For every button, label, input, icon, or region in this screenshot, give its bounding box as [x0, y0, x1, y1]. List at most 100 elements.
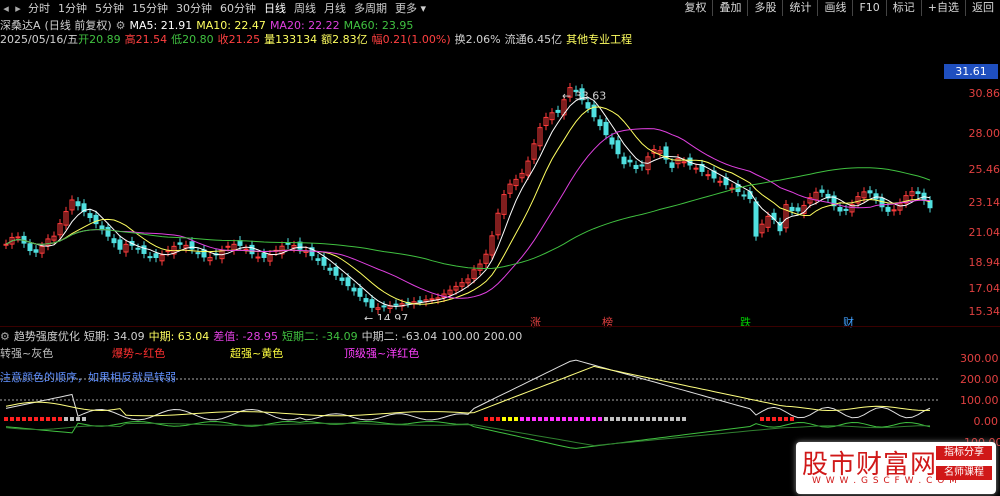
candle-body: [681, 161, 687, 164]
strength-square: [634, 417, 638, 421]
strength-square: [580, 417, 584, 421]
period-tab-10[interactable]: 更多 ▾: [391, 0, 430, 16]
strength-square: [652, 417, 656, 421]
candle-body: [609, 137, 615, 145]
candle-body: [741, 194, 747, 197]
short2-line: [5, 420, 931, 449]
strength-square: [532, 417, 536, 421]
candle-body: [327, 267, 333, 271]
toolbar-button-8[interactable]: 返回: [965, 0, 1000, 16]
strength-square: [10, 417, 14, 421]
strength-square: [22, 417, 26, 421]
period-tab-6[interactable]: 日线: [260, 0, 290, 16]
strength-square: [40, 417, 44, 421]
strength-square: [484, 417, 488, 421]
toolbar: ◂ ▸ 分时 1分钟 5分钟 15分钟 30分钟 60分钟 日线 周线 月线 多周期 更多 ▾ 复权…: [0, 0, 1000, 16]
strength-square: [514, 417, 518, 421]
candlestick-chart[interactable]: ← 33.63 ← 14.97: [0, 40, 944, 320]
candle-body: [627, 159, 633, 163]
strength-square: [616, 417, 620, 421]
event-sign[interactable]: 涨: [530, 314, 541, 330]
low-annotation: ← 14.97: [364, 312, 408, 320]
price-axis-label: 21.04: [968, 226, 1000, 239]
candle-body: [249, 244, 255, 255]
strength-square: [790, 417, 794, 421]
strength-square: [550, 417, 554, 421]
next-icon[interactable]: ▸: [12, 2, 24, 15]
panel-divider: [0, 326, 1000, 327]
strength-square: [28, 417, 32, 421]
toolbar-button-6[interactable]: 标记: [885, 0, 921, 16]
short-line: [5, 359, 931, 421]
strength-square: [4, 417, 8, 421]
strength-square: [784, 417, 788, 421]
price-axis-label: 15.34: [968, 305, 1000, 318]
strength-square: [568, 417, 572, 421]
toolbar-button-5[interactable]: F10: [852, 0, 885, 16]
indicator-axis-label: 200.00: [960, 373, 999, 386]
candle-body: [693, 167, 699, 170]
strength-square: [640, 417, 644, 421]
toolbar-button-0[interactable]: 复权: [678, 0, 712, 16]
candle-body: [429, 298, 435, 301]
strength-square: [628, 417, 632, 421]
strength-square: [58, 417, 62, 421]
candle-body: [345, 277, 351, 287]
candle-body: [333, 266, 339, 276]
period-tabs: ◂ ▸ 分时 1分钟 5分钟 15分钟 30分钟 60分钟 日线 周线 月线 多周期 更多 ▾: [0, 0, 430, 16]
candle-body: [363, 298, 369, 303]
strength-square: [520, 417, 524, 421]
period-tab-2[interactable]: 5分钟: [91, 0, 128, 16]
indicator-axis-label: 100.00: [960, 394, 999, 407]
candle-body: [753, 201, 759, 237]
strength-square: [52, 417, 56, 421]
candle-body: [585, 102, 591, 109]
candle-body: [321, 256, 327, 266]
strength-square: [502, 417, 506, 421]
watermark-tag-course: 名师课程: [936, 466, 992, 480]
event-sign[interactable]: 榜: [602, 314, 613, 330]
candle-body: [669, 162, 675, 168]
strength-square: [34, 417, 38, 421]
toolbar-button-1[interactable]: 叠加: [712, 0, 747, 16]
strength-square: [760, 417, 764, 421]
price-axis-label: 25.46: [968, 163, 1000, 176]
candle-body: [639, 164, 645, 167]
candle-body: [393, 303, 399, 306]
indicator-axis-label: 300.00: [960, 352, 999, 365]
candle-body: [261, 252, 267, 258]
candle-body: [879, 197, 885, 208]
strength-square: [664, 417, 668, 421]
toolbar-button-4[interactable]: 画线: [817, 0, 852, 16]
period-tab-5[interactable]: 60分钟: [216, 0, 260, 16]
candle-body: [615, 140, 621, 155]
strength-square: [604, 417, 608, 421]
event-sign[interactable]: 跌: [740, 314, 751, 330]
candle-body: [369, 299, 375, 308]
toolbar-button-2[interactable]: 多股: [747, 0, 782, 16]
toolbar-button-7[interactable]: +自选: [920, 0, 965, 16]
candle-body: [147, 256, 153, 259]
period-tab-0[interactable]: 分时: [24, 0, 54, 16]
candle-body: [243, 248, 249, 251]
period-tab-9[interactable]: 多周期: [350, 0, 391, 16]
ma20-line: [5, 128, 931, 299]
prev-icon[interactable]: ◂: [0, 2, 12, 15]
period-tab-7[interactable]: 周线: [290, 0, 320, 16]
candle-body: [141, 245, 147, 254]
strength-square: [766, 417, 770, 421]
period-tab-8[interactable]: 月线: [320, 0, 350, 16]
period-tab-1[interactable]: 1分钟: [54, 0, 91, 16]
period-tab-3[interactable]: 15分钟: [128, 0, 172, 16]
strength-square: [676, 417, 680, 421]
strength-square: [556, 417, 560, 421]
strength-square: [490, 417, 494, 421]
event-sign[interactable]: 财: [843, 314, 854, 330]
strength-square: [64, 417, 68, 421]
toolbar-button-3[interactable]: 统计: [782, 0, 817, 16]
candle-body: [621, 156, 627, 165]
candle-body: [225, 245, 231, 248]
strength-square: [70, 417, 74, 421]
strength-square: [670, 417, 674, 421]
period-tab-4[interactable]: 30分钟: [172, 0, 216, 16]
